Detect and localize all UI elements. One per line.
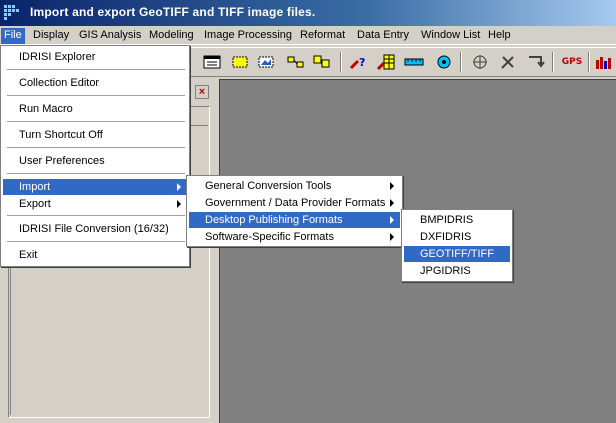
idrisi-app-icon[interactable]	[3, 4, 21, 22]
menu-data-entry[interactable]: Data Entry	[354, 28, 412, 44]
menu-item-label: General Conversion Tools	[205, 180, 332, 192]
digitize-icon[interactable]	[526, 52, 546, 72]
menu-reformat[interactable]: Reformat	[297, 28, 348, 44]
menu-display[interactable]: Display	[30, 28, 72, 44]
menu-item-label: Software-Specific Formats	[205, 231, 334, 243]
menu-item-export[interactable]: Export	[3, 196, 187, 212]
menu-item-bmpidris[interactable]: BMPIDRIS	[404, 212, 510, 228]
menu-item-label: Desktop Publishing Formats	[205, 214, 343, 226]
measure-length-icon[interactable]	[404, 52, 424, 72]
submenu-arrow-icon	[177, 200, 181, 208]
menu-item-general-conversion-tools[interactable]: General Conversion Tools	[189, 178, 400, 194]
menu-item-import-label: Import	[19, 181, 51, 193]
menu-item-government-data-provider-formats[interactable]: Government / Data Provider Formats	[189, 195, 400, 211]
select-features-icon[interactable]	[230, 52, 250, 72]
map-region-icon[interactable]	[256, 52, 276, 72]
menu-image-processing[interactable]: Image Processing	[201, 28, 295, 44]
menu-item-jpgidris[interactable]: JPGIDRIS	[404, 263, 510, 279]
menu-item-idrisi-file-conversion[interactable]: IDRISI File Conversion (16/32)	[3, 221, 187, 237]
composer-icon[interactable]	[312, 52, 332, 72]
submenu-arrow-icon	[390, 182, 394, 190]
menu-gis-analysis[interactable]: GIS Analysis	[76, 28, 144, 44]
table-edit-icon[interactable]	[376, 52, 396, 72]
submenu-arrow-icon	[390, 233, 394, 241]
menu-bar: File Display GIS Analysis Modeling Image…	[0, 26, 616, 45]
menu-separator	[7, 241, 185, 242]
menu-item-software-specific-formats[interactable]: Software-Specific Formats	[189, 229, 400, 245]
histogram-icon[interactable]	[594, 52, 614, 72]
submenu-arrow-icon	[177, 183, 181, 191]
menu-separator	[7, 215, 185, 216]
query-icon[interactable]: ?	[348, 52, 368, 72]
menu-window-list[interactable]: Window List	[418, 28, 483, 44]
menu-item-label: Government / Data Provider Formats	[205, 197, 386, 209]
toolbar-separator	[460, 52, 462, 72]
menu-item-dxfidris[interactable]: DXFIDRIS	[404, 229, 510, 245]
menu-item-import[interactable]: Import	[3, 179, 187, 195]
menu-separator	[7, 147, 185, 148]
gps-icon[interactable]: GPS	[562, 52, 582, 72]
menu-item-geotiff-tiff[interactable]: GEOTIFF/TIFF	[404, 246, 510, 262]
menu-item-export-label: Export	[19, 198, 51, 210]
group-link-icon[interactable]	[286, 52, 306, 72]
menu-separator	[7, 121, 185, 122]
menu-item-idrisi-explorer[interactable]: IDRISI Explorer	[3, 49, 187, 65]
display-layout-icon[interactable]	[202, 52, 222, 72]
tools-icon[interactable]	[498, 52, 518, 72]
menu-item-collection-editor[interactable]: Collection Editor	[3, 75, 187, 91]
menu-file[interactable]: File	[1, 28, 25, 44]
menu-separator	[7, 173, 185, 174]
menu-item-exit[interactable]: Exit	[3, 247, 187, 263]
measure-zone-icon[interactable]	[434, 52, 454, 72]
crosshair-icon[interactable]	[470, 52, 490, 72]
menu-item-desktop-publishing-formats[interactable]: Desktop Publishing Formats	[189, 212, 400, 228]
menu-help[interactable]: Help	[485, 28, 514, 44]
toolbar-separator	[552, 52, 554, 72]
menu-item-user-preferences[interactable]: User Preferences	[3, 153, 187, 169]
window-title: Import and export GeoTIFF and TIFF image…	[30, 5, 316, 19]
submenu-arrow-icon	[390, 216, 394, 224]
toolbar: ? GPS	[190, 47, 616, 77]
desktop-publishing-submenu: BMPIDRIS DXFIDRIS GEOTIFF/TIFF JPGIDRIS	[401, 209, 513, 282]
menu-item-turn-shortcut-off[interactable]: Turn Shortcut Off	[3, 127, 187, 143]
submenu-arrow-icon	[390, 199, 394, 207]
file-menu: IDRISI Explorer Collection Editor Run Ma…	[0, 45, 190, 267]
toolbar-separator	[588, 52, 590, 72]
toolbar-separator	[340, 52, 342, 72]
title-bar: Import and export GeoTIFF and TIFF image…	[0, 0, 616, 26]
svg-text:?: ?	[359, 56, 365, 69]
import-submenu: General Conversion Tools Government / Da…	[186, 175, 403, 247]
menu-separator	[7, 69, 185, 70]
panel-close-icon[interactable]: ×	[195, 85, 209, 99]
menu-item-run-macro[interactable]: Run Macro	[3, 101, 187, 117]
menu-separator	[7, 95, 185, 96]
menu-modeling[interactable]: Modeling	[146, 28, 197, 44]
